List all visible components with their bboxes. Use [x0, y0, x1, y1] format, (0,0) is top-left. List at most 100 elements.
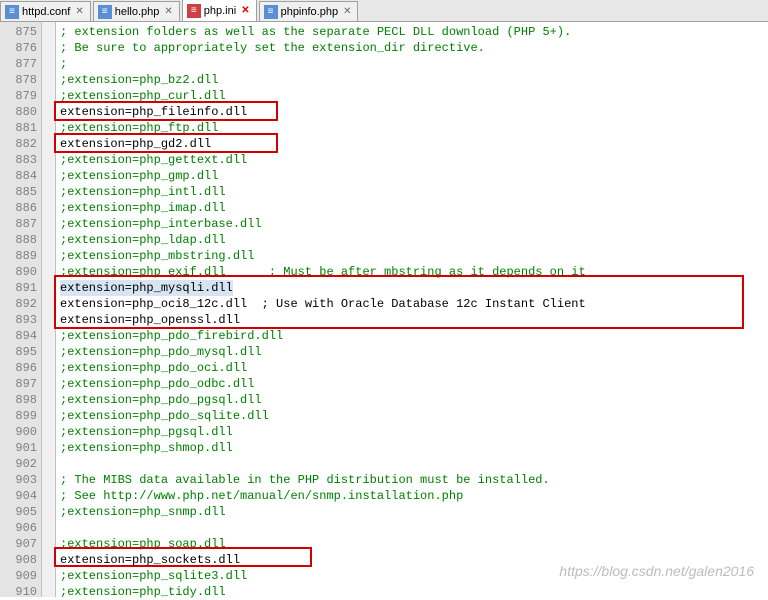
code-text: ;extension=php_pdo_odbc.dll — [60, 377, 254, 391]
tab-phpinfo-php[interactable]: ≡phpinfo.php✕ — [259, 1, 359, 21]
line-number: 883 — [0, 152, 37, 168]
close-icon[interactable]: ✕ — [343, 6, 351, 17]
code-text: extension=php_fileinfo.dll — [60, 105, 247, 119]
code-text: ;extension=php_pdo_firebird.dll — [60, 329, 283, 343]
code-text: ;extension=php_mbstring.dll — [60, 249, 254, 263]
file-icon: ≡ — [5, 5, 19, 19]
code-line[interactable]: extension=php_oci8_12c.dll ; Use with Or… — [60, 296, 768, 312]
line-number: 877 — [0, 56, 37, 72]
code-line[interactable]: ;extension=php_sqlite3.dll — [60, 568, 768, 584]
code-text: ;extension=php_intl.dll — [60, 185, 226, 199]
code-text: ;extension=php_pdo_sqlite.dll — [60, 409, 269, 423]
code-line[interactable]: ;extension=php_gmp.dll — [60, 168, 768, 184]
code-text: ;extension=php_interbase.dll — [60, 217, 262, 231]
code-line[interactable]: ;extension=php_mbstring.dll — [60, 248, 768, 264]
tab-bar: ≡httpd.conf✕≡hello.php✕≡php.ini✕≡phpinfo… — [0, 0, 768, 22]
code-line[interactable]: extension=php_mysqli.dll — [60, 280, 768, 296]
line-number: 890 — [0, 264, 37, 280]
line-number: 897 — [0, 376, 37, 392]
code-line[interactable]: ;extension=php_shmop.dll — [60, 440, 768, 456]
code-text: ;extension=php_pgsql.dll — [60, 425, 233, 439]
code-line[interactable]: ; The MIBS data available in the PHP dis… — [60, 472, 768, 488]
editor-pane: 8758768778788798808818828838848858868878… — [0, 22, 768, 597]
code-text: ;extension=php_snmp.dll — [60, 505, 226, 519]
code-line[interactable]: ;extension=php_exif.dll ; Must be after … — [60, 264, 768, 280]
code-text: ;extension=php_curl.dll — [60, 89, 226, 103]
code-line[interactable]: ;extension=php_ldap.dll — [60, 232, 768, 248]
code-line[interactable]: extension=php_fileinfo.dll — [60, 104, 768, 120]
line-number: 887 — [0, 216, 37, 232]
code-line[interactable]: ;extension=php_snmp.dll — [60, 504, 768, 520]
line-number: 905 — [0, 504, 37, 520]
code-line[interactable]: ; extension folders as well as the separ… — [60, 24, 768, 40]
code-line[interactable] — [60, 520, 768, 536]
code-line[interactable]: ;extension=php_pgsql.dll — [60, 424, 768, 440]
code-line[interactable]: ;extension=php_imap.dll — [60, 200, 768, 216]
code-text: extension=php_oci8_12c.dll ; Use with Or… — [60, 297, 586, 311]
tab-label: phpinfo.php — [281, 6, 339, 18]
line-number: 880 — [0, 104, 37, 120]
close-icon[interactable]: ✕ — [75, 6, 83, 17]
line-number: 894 — [0, 328, 37, 344]
line-number: 903 — [0, 472, 37, 488]
line-number: 875 — [0, 24, 37, 40]
line-number: 904 — [0, 488, 37, 504]
line-number: 896 — [0, 360, 37, 376]
code-line[interactable]: ;extension=php_bz2.dll — [60, 72, 768, 88]
line-number: 881 — [0, 120, 37, 136]
code-text: ; See http://www.php.net/manual/en/snmp.… — [60, 489, 463, 503]
line-number: 907 — [0, 536, 37, 552]
code-line[interactable]: ; Be sure to appropriately set the exten… — [60, 40, 768, 56]
code-area[interactable]: ; extension folders as well as the separ… — [56, 22, 768, 597]
line-number: 910 — [0, 584, 37, 600]
code-line[interactable]: ;extension=php_pdo_sqlite.dll — [60, 408, 768, 424]
line-number: 876 — [0, 40, 37, 56]
code-line[interactable] — [60, 456, 768, 472]
tab-label: httpd.conf — [22, 6, 70, 18]
tab-httpd-conf[interactable]: ≡httpd.conf ✕ — [0, 1, 91, 21]
tab-label: hello.php — [115, 6, 160, 18]
code-line[interactable]: extension=php_sockets.dll — [60, 552, 768, 568]
line-number: 878 — [0, 72, 37, 88]
line-number: 893 — [0, 312, 37, 328]
line-number: 900 — [0, 424, 37, 440]
code-line[interactable]: ;extension=php_pdo_firebird.dll — [60, 328, 768, 344]
code-text: ;extension=php_pdo_oci.dll — [60, 361, 247, 375]
close-icon[interactable]: ✕ — [241, 5, 249, 16]
code-line[interactable]: ;extension=php_pdo_pgsql.dll — [60, 392, 768, 408]
code-line[interactable]: ;extension=php_pdo_mysql.dll — [60, 344, 768, 360]
code-line[interactable]: ; — [60, 56, 768, 72]
code-line[interactable]: extension=php_openssl.dll — [60, 312, 768, 328]
line-number: 889 — [0, 248, 37, 264]
code-text: ; Be sure to appropriately set the exten… — [60, 41, 485, 55]
code-text: ;extension=php_ftp.dll — [60, 121, 218, 135]
line-number: 888 — [0, 232, 37, 248]
code-line[interactable]: ;extension=php_interbase.dll — [60, 216, 768, 232]
code-line[interactable]: ;extension=php_ftp.dll — [60, 120, 768, 136]
code-text: extension=php_openssl.dll — [60, 313, 240, 327]
code-line[interactable]: extension=php_gd2.dll — [60, 136, 768, 152]
code-line[interactable]: ;extension=php_tidy.dll — [60, 584, 768, 600]
code-text: ;extension=php_gettext.dll — [60, 153, 247, 167]
code-text: ; extension folders as well as the separ… — [60, 25, 571, 39]
line-number: 908 — [0, 552, 37, 568]
tab-hello-php[interactable]: ≡hello.php ✕ — [93, 1, 180, 21]
file-icon: ≡ — [98, 5, 112, 19]
code-line[interactable]: ;extension=php_gettext.dll — [60, 152, 768, 168]
file-icon: ≡ — [187, 4, 201, 18]
code-text: ;extension=php_shmop.dll — [60, 441, 233, 455]
code-text: ; — [60, 57, 67, 71]
code-line[interactable]: ;extension=php_intl.dll — [60, 184, 768, 200]
code-line[interactable]: ;extension=php_pdo_oci.dll — [60, 360, 768, 376]
line-number: 892 — [0, 296, 37, 312]
code-line[interactable]: ; See http://www.php.net/manual/en/snmp.… — [60, 488, 768, 504]
close-icon[interactable]: ✕ — [164, 6, 172, 17]
code-text: extension=php_sockets.dll — [60, 553, 240, 567]
code-text: ;extension=php_soap.dll — [60, 537, 226, 551]
line-number: 884 — [0, 168, 37, 184]
code-line[interactable]: ;extension=php_soap.dll — [60, 536, 768, 552]
tab-php-ini[interactable]: ≡php.ini✕ — [182, 0, 257, 21]
code-line[interactable]: ;extension=php_curl.dll — [60, 88, 768, 104]
code-line[interactable]: ;extension=php_pdo_odbc.dll — [60, 376, 768, 392]
code-text: ;extension=php_ldap.dll — [60, 233, 226, 247]
